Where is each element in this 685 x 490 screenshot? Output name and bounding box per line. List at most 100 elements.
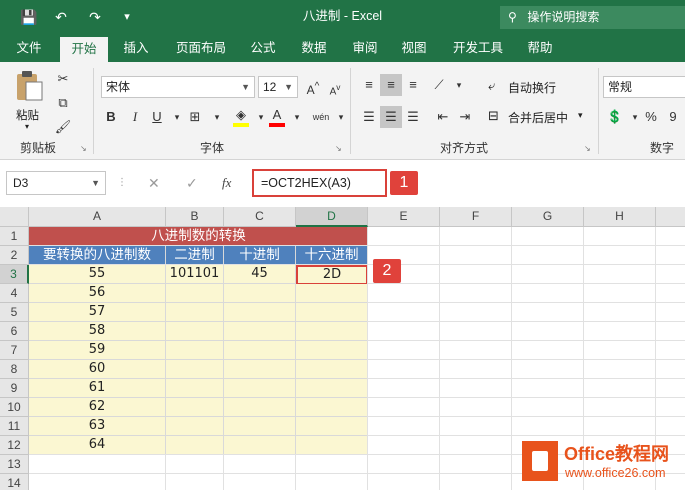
italic-button[interactable]: I [124, 106, 146, 128]
octal-value-cell[interactable]: 62 [29, 398, 166, 417]
octal-value-cell[interactable]: 57 [29, 303, 166, 322]
name-box[interactable]: D3 ▼ [6, 171, 106, 195]
decimal-result-cell[interactable]: 45 [224, 265, 296, 284]
font-size-select[interactable]: 12 ▼ [258, 76, 298, 98]
align-bottom-icon[interactable]: ≡ [402, 74, 424, 96]
column-header-h[interactable]: H [584, 207, 656, 227]
alignment-launcher-icon[interactable]: ↘ [584, 144, 591, 153]
column-header-g[interactable]: G [512, 207, 584, 227]
row-header-11[interactable]: 11 [0, 417, 29, 436]
octal-value-cell[interactable]: 60 [29, 360, 166, 379]
empty-cell[interactable] [224, 417, 296, 436]
octal-value-cell[interactable]: 58 [29, 322, 166, 341]
align-left-icon[interactable]: ☰ [358, 106, 380, 128]
empty-cell[interactable] [296, 398, 368, 417]
empty-cell[interactable] [296, 417, 368, 436]
row-header-9[interactable]: 9 [0, 379, 29, 398]
row-header-2[interactable]: 2 [0, 246, 29, 265]
wrap-text-button[interactable]: ⤶ 自动换行 [486, 76, 586, 98]
row-header-13[interactable]: 13 [0, 455, 29, 474]
font-launcher-icon[interactable]: ↘ [335, 144, 342, 153]
empty-cell[interactable] [166, 417, 224, 436]
chevron-down-icon[interactable]: ▾ [286, 106, 308, 128]
row-header-5[interactable]: 5 [0, 303, 29, 322]
row-header-1[interactable]: 1 [0, 227, 29, 246]
bold-button[interactable]: B [100, 106, 122, 128]
comma-style-button[interactable]: 9 [662, 106, 684, 128]
empty-cell[interactable] [296, 284, 368, 303]
row-header-3[interactable]: 3 [0, 265, 29, 284]
increase-indent-icon[interactable]: ⇥ [454, 106, 476, 128]
empty-cell[interactable] [224, 284, 296, 303]
tab-formulas[interactable]: 公式 [243, 34, 283, 62]
row-header-14[interactable]: 14 [0, 474, 29, 490]
octal-value-cell[interactable]: 64 [29, 436, 166, 455]
empty-cell[interactable] [296, 360, 368, 379]
underline-button[interactable]: U [146, 106, 168, 128]
insert-function-icon[interactable]: fx [222, 171, 231, 195]
tab-insert[interactable]: 插入 [115, 34, 157, 62]
header-cell-decimal[interactable]: 十进制 [224, 246, 296, 265]
empty-cell[interactable] [166, 341, 224, 360]
empty-cell[interactable] [224, 360, 296, 379]
column-header-a[interactable]: A [29, 207, 166, 227]
select-all-corner[interactable] [0, 207, 29, 227]
copy-icon[interactable]: ⧉ [52, 92, 74, 114]
paste-button[interactable]: 粘贴 ▾ [12, 70, 46, 134]
fill-color-icon[interactable]: ◈ [230, 106, 252, 128]
empty-cell[interactable] [166, 284, 224, 303]
tab-view[interactable]: 视图 [394, 34, 434, 62]
enter-icon[interactable]: ✓ [186, 171, 198, 195]
borders-icon[interactable]: ⊞ [184, 106, 206, 128]
formula-input[interactable]: =OCT2HEX(A3) [252, 169, 387, 197]
phonetic-guide-icon[interactable]: wén [310, 106, 332, 128]
tab-review[interactable]: 审阅 [345, 34, 385, 62]
tab-data[interactable]: 数据 [294, 34, 334, 62]
empty-cell[interactable] [166, 303, 224, 322]
row-header-7[interactable]: 7 [0, 341, 29, 360]
column-header-f[interactable]: F [440, 207, 512, 227]
empty-cell[interactable] [224, 379, 296, 398]
octal-value-cell[interactable]: 61 [29, 379, 166, 398]
font-name-select[interactable]: 宋体 ▼ [101, 76, 255, 98]
octal-value-cell[interactable]: 59 [29, 341, 166, 360]
clipboard-launcher-icon[interactable]: ↘ [80, 144, 87, 153]
header-cell-octal[interactable]: 要转换的八进制数 [29, 246, 166, 265]
binary-result-cell[interactable]: 101101 [166, 265, 224, 284]
tab-help[interactable]: 帮助 [520, 34, 560, 62]
tab-file[interactable]: 文件 [8, 34, 50, 62]
format-painter-icon[interactable]: 🖌 [52, 116, 74, 138]
empty-cell[interactable] [224, 322, 296, 341]
empty-cell[interactable] [224, 303, 296, 322]
row-header-12[interactable]: 12 [0, 436, 29, 455]
empty-cell[interactable] [296, 303, 368, 322]
empty-cell[interactable] [224, 341, 296, 360]
decrease-font-icon[interactable]: Av [324, 76, 346, 98]
empty-cell[interactable] [166, 398, 224, 417]
chevron-down-icon[interactable]: ▾ [206, 106, 228, 128]
empty-cell[interactable] [296, 379, 368, 398]
empty-cell[interactable] [224, 436, 296, 455]
align-top-icon[interactable]: ≡ [358, 74, 380, 96]
align-center-icon[interactable]: ☰ [380, 106, 402, 128]
octal-value-cell[interactable]: 56 [29, 284, 166, 303]
percent-button[interactable]: % [640, 106, 662, 128]
cut-icon[interactable]: ✂ [52, 68, 74, 90]
number-format-select[interactable]: 常规 [603, 76, 685, 98]
align-middle-icon[interactable]: ≡ [380, 74, 402, 96]
octal-value-cell[interactable]: 55 [29, 265, 166, 284]
font-color-button[interactable]: A [266, 106, 288, 128]
sheet-title-cell[interactable]: 八进制数的转换 [29, 227, 368, 246]
column-header-b[interactable]: B [166, 207, 224, 227]
tab-page-layout[interactable]: 页面布局 [168, 34, 234, 62]
chevron-down-icon[interactable]: ▾ [448, 74, 470, 96]
increase-font-icon[interactable]: A^ [302, 76, 324, 98]
column-header-i[interactable] [656, 207, 685, 227]
empty-cell[interactable] [166, 379, 224, 398]
orientation-icon[interactable]: ⟋ [428, 74, 450, 96]
align-right-icon[interactable]: ☰ [402, 106, 424, 128]
column-header-c[interactable]: C [224, 207, 296, 227]
empty-cell[interactable] [166, 360, 224, 379]
row-header-6[interactable]: 6 [0, 322, 29, 341]
decrease-indent-icon[interactable]: ⇤ [432, 106, 454, 128]
